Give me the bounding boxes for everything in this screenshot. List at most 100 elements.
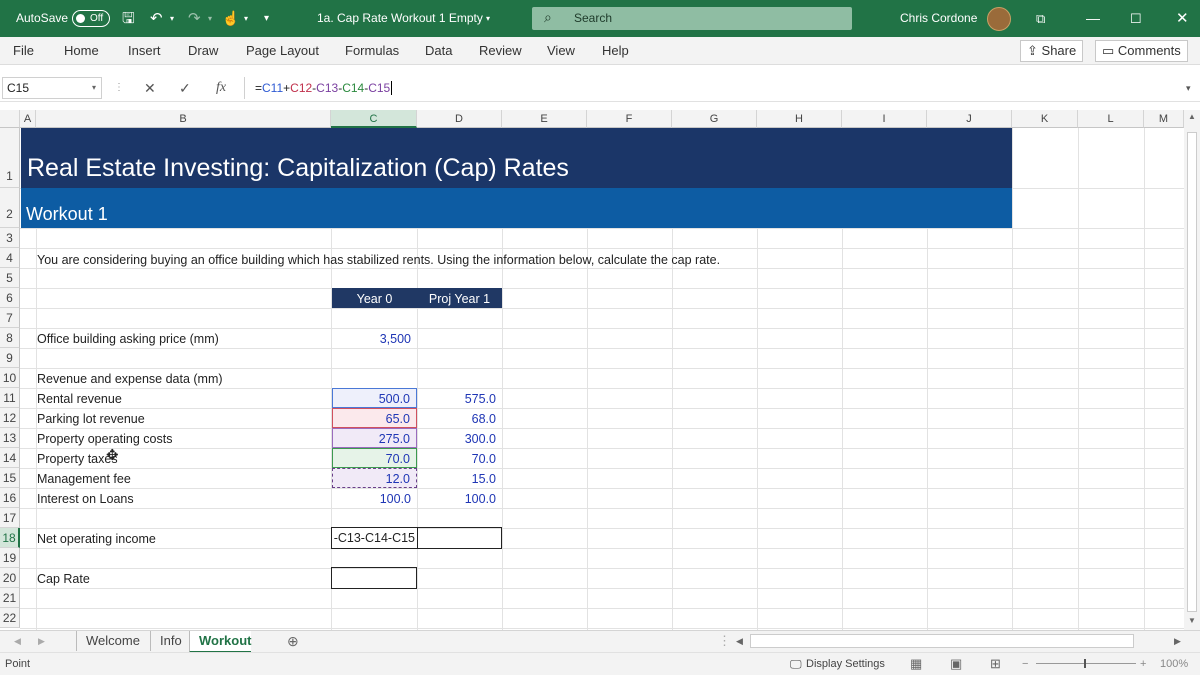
undo-dropdown-icon[interactable]: ▾ [170,0,174,37]
sheet-tab-workout[interactable]: Workout [189,631,252,653]
scroll-thumb[interactable] [1187,132,1197,612]
row-header-3[interactable]: 3 [0,228,20,248]
name-box-dropdown-icon[interactable]: ▾ [92,78,96,98]
normal-view-icon[interactable]: ▦ [910,653,922,675]
share-button[interactable]: ⇪ Share [1020,40,1084,62]
column-header-h[interactable]: H [757,110,842,128]
zoom-in-icon[interactable]: + [1140,653,1146,675]
cap-rate-cell[interactable] [331,567,417,589]
row-header-22[interactable]: 22 [0,608,20,628]
title-band[interactable]: Real Estate Investing: Capitalization (C… [21,128,1012,188]
scroll-up-icon[interactable]: ▲ [1188,112,1196,121]
row-header-12[interactable]: 12 [0,408,20,428]
subtitle-band[interactable]: Workout 1 [21,188,1012,228]
column-header-k[interactable]: K [1012,110,1078,128]
ribbon-display-options-icon[interactable]: ⧉ [1036,0,1045,37]
row-header-15[interactable]: 15 [0,468,20,488]
row-header-7[interactable]: 7 [0,308,20,328]
more-options-icon[interactable]: ⋮ [114,77,124,99]
row-header-4[interactable]: 4 [0,248,20,268]
comments-button[interactable]: ▭ Comments [1095,40,1188,62]
zoom-level[interactable]: 100% [1160,653,1188,675]
asking-price-value[interactable]: 3,500 [332,328,417,348]
column-header-j[interactable]: J [927,110,1012,128]
hscroll-left-icon[interactable]: ◀ [736,631,743,651]
tab-home[interactable]: Home [64,37,99,65]
minimize-icon[interactable]: — [1086,0,1100,37]
user-name[interactable]: Chris Cordone [900,0,977,37]
column-header-b[interactable]: B [36,110,331,128]
select-all-corner[interactable] [0,110,20,128]
tab-page-layout[interactable]: Page Layout [246,37,319,65]
y0-cell-c15[interactable]: 12.0 [332,468,417,488]
row-header-8[interactable]: 8 [0,328,20,348]
zoom-slider[interactable] [1036,663,1136,664]
scroll-down-icon[interactable]: ▼ [1188,616,1196,625]
row-header-13[interactable]: 13 [0,428,20,448]
y0-cell-c14[interactable]: 70.0 [332,448,417,468]
insert-function-icon[interactable]: fx [216,77,226,99]
row-header-2[interactable]: 2 [0,188,20,228]
column-header-i[interactable]: I [842,110,927,128]
enter-entry-icon[interactable]: ✓ [179,77,191,99]
row-header-10[interactable]: 10 [0,368,20,388]
y1-cell[interactable]: 100.0 [417,488,502,508]
row-header-20[interactable]: 20 [0,568,20,588]
tab-review[interactable]: Review [479,37,522,65]
tab-file[interactable]: File [13,37,34,65]
undo-icon[interactable]: ↶ [150,0,163,37]
noi-year1-cell[interactable] [417,527,502,549]
page-layout-view-icon[interactable]: ▣ [950,653,962,675]
display-settings-icon[interactable]: 🖵 [790,653,802,675]
zoom-slider-thumb[interactable] [1084,659,1086,668]
prev-sheet-icon[interactable]: ◀ [14,631,21,651]
search-box[interactable]: ⌕ Search [532,7,852,30]
avatar[interactable] [987,7,1011,31]
y1-cell[interactable]: 68.0 [417,408,502,428]
page-break-view-icon[interactable]: ⊞ [990,653,1001,675]
row-header-11[interactable]: 11 [0,388,20,408]
row-header-9[interactable]: 9 [0,348,20,368]
column-header-c[interactable]: C [331,110,417,128]
tab-draw[interactable]: Draw [188,37,218,65]
y1-cell[interactable]: 70.0 [417,448,502,468]
autosave-toggle[interactable]: Off [72,10,110,27]
redo-icon[interactable]: ↷ [188,0,201,37]
tab-split-handle-icon[interactable]: ⋮ [718,631,731,651]
y0-cell[interactable]: 100.0 [332,488,417,508]
close-icon[interactable]: ✕ [1176,0,1189,37]
touch-mode-icon[interactable]: ☝ [222,0,239,37]
zoom-out-icon[interactable]: − [1022,653,1028,675]
row-header-1[interactable]: 1 [0,128,20,188]
save-icon[interactable]: 🖫 [122,0,135,37]
row-header-14[interactable]: 14 [0,448,20,468]
tab-formulas[interactable]: Formulas [345,37,399,65]
column-header-f[interactable]: F [587,110,672,128]
y0-cell-c13[interactable]: 275.0 [332,428,417,448]
y0-cell-c11[interactable]: 500.0 [332,388,417,408]
column-header-a[interactable]: A [20,110,36,128]
name-box[interactable]: C15 ▾ [2,77,102,99]
row-header-17[interactable]: 17 [0,508,20,528]
header-year0[interactable]: Year 0 [332,288,417,308]
y1-cell[interactable]: 15.0 [417,468,502,488]
hscroll-right-icon[interactable]: ▶ [1174,631,1181,651]
horizontal-scroll-thumb[interactable] [750,634,1134,648]
cancel-entry-icon[interactable]: ✕ [144,77,156,99]
document-title[interactable]: 1a. Cap Rate Workout 1 Empty [317,0,483,37]
customize-toolbar-icon[interactable]: ▾ [264,0,269,37]
row-header-5[interactable]: 5 [0,268,20,288]
next-sheet-icon[interactable]: ▶ [38,631,45,651]
sheet-tab-info[interactable]: Info [150,631,182,651]
touch-dropdown-icon[interactable]: ▾ [244,0,248,37]
y1-cell[interactable]: 575.0 [417,388,502,408]
expand-formula-bar-icon[interactable]: ▾ [1186,77,1191,99]
tab-data[interactable]: Data [425,37,452,65]
column-header-g[interactable]: G [672,110,757,128]
column-header-l[interactable]: L [1078,110,1144,128]
title-dropdown-icon[interactable]: ▾ [486,0,490,37]
y1-cell[interactable]: 300.0 [417,428,502,448]
noi-edit-cell[interactable]: -C13-C14-C15 [331,527,418,549]
row-header-21[interactable]: 21 [0,588,20,608]
tab-help[interactable]: Help [602,37,629,65]
